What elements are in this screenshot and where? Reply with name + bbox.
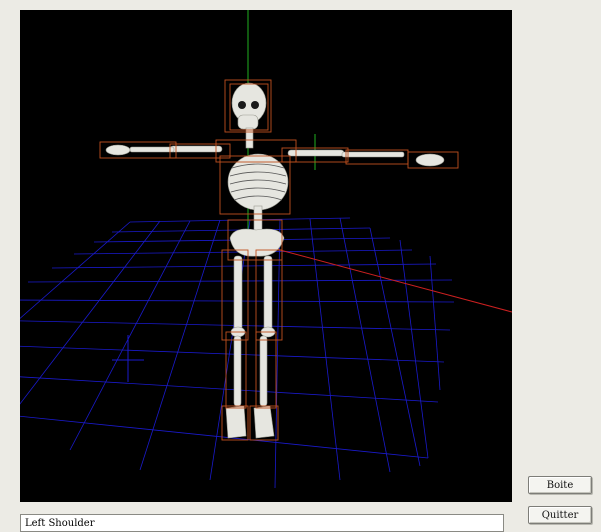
neck-vertebrae [245, 127, 254, 149]
right-hand [415, 153, 445, 167]
3d-viewport[interactable] [20, 10, 512, 502]
left-tibia [233, 335, 242, 407]
left-upper-arm [169, 145, 223, 153]
jaw [237, 114, 259, 130]
left-hand [105, 144, 131, 156]
pelvis [229, 228, 285, 257]
scene-canvas[interactable] [20, 10, 512, 502]
left-foot [225, 405, 247, 439]
left-femur [233, 255, 243, 331]
right-tibia [259, 335, 268, 407]
right-forearm [341, 151, 405, 158]
selected-bone-field: Left Shoulder [20, 514, 504, 532]
quit-button[interactable]: Quitter [528, 506, 592, 524]
bone-bounding-boxes [99, 79, 459, 441]
right-femur [263, 255, 273, 331]
right-foot [253, 405, 275, 439]
left-forearm [129, 146, 175, 153]
boite-button[interactable]: Boite [528, 476, 592, 494]
